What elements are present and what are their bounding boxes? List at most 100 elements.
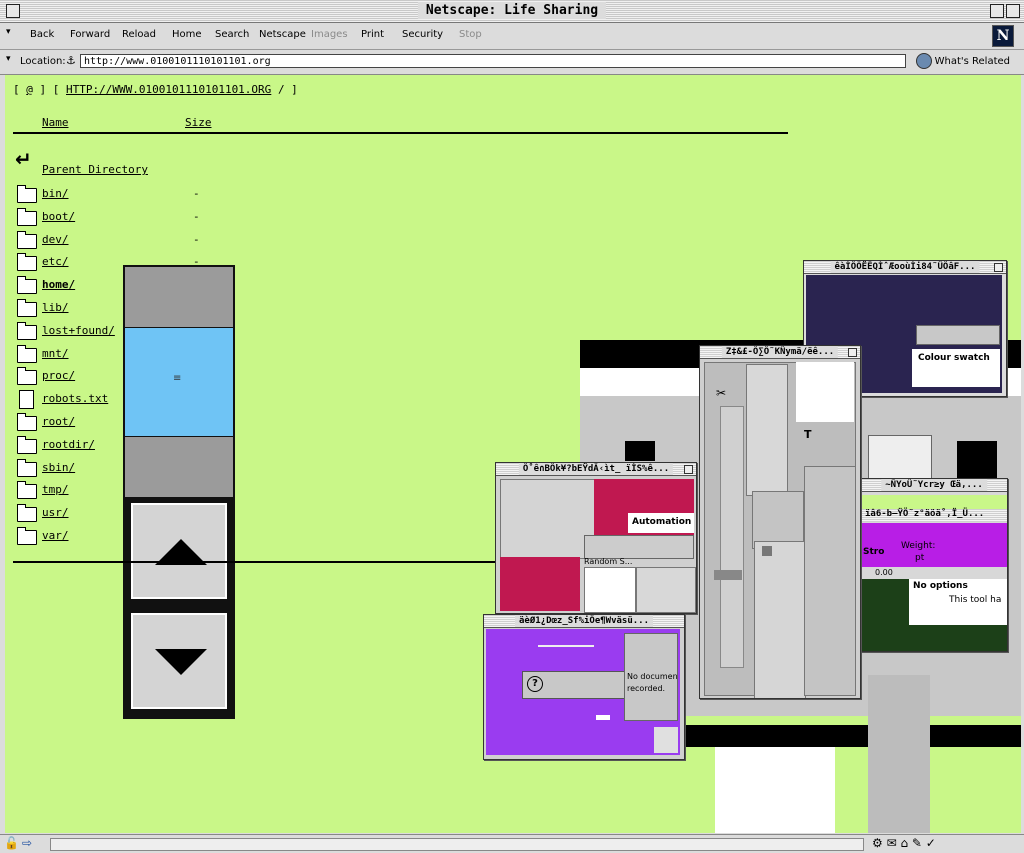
directory-entry-link[interactable]: sbin/ [42,461,75,474]
directory-entry-link[interactable]: tmp/ [42,483,69,496]
tools-window-title-bar[interactable]: Z‡&£-Ö∑Ö˜KÑymä/ëê... [700,346,860,359]
folder-icon[interactable] [17,230,37,249]
forward-button[interactable]: Forward [70,29,110,40]
images-button[interactable]: Images [311,29,348,40]
directory-entry-link[interactable]: robots.txt [42,392,108,405]
text-tool-icon[interactable]: T [804,428,812,441]
tools-window[interactable]: Z‡&£-Ö∑Ö˜KÑymä/ëê... ✂ T [699,345,861,699]
text-file-icon[interactable] [19,390,34,410]
window-collapse-icon[interactable] [684,465,693,474]
folder-icon[interactable] [17,253,37,272]
weight-window-title-bar[interactable]: ~ÑYoÜ˜Ycr≥y Œä,... [861,479,1007,492]
tools-palette-column[interactable] [804,466,856,696]
page-content: [ @ ] [ HTTP://WWW.0100101110101101.ORG … [5,75,1021,833]
automation-label-box: Automation [628,513,694,533]
whats-related-button[interactable]: What's Related [935,56,1010,67]
automation-window-title: Ö˚ê∩BÖk¥?bEŸdÂ‹ìt_ ïÌS%ê... [518,463,674,475]
folder-icon[interactable] [17,185,37,203]
breadcrumb-at-link[interactable]: @ [26,83,33,96]
print-button[interactable]: Print [361,29,384,40]
automation-swatch[interactable] [500,557,580,611]
folder-icon[interactable] [17,299,37,317]
directory-entry-link[interactable]: rootdir/ [42,438,95,451]
breadcrumb-site-link[interactable]: HTTP://WWW.0100101110101101.ORG [66,83,271,96]
directory-entry-link[interactable]: lost+found/ [42,324,115,337]
directory-entry-link[interactable]: var/ [42,529,69,542]
security-lock-icon[interactable]: 🔓 [4,836,19,850]
directory-entry-link[interactable]: lib/ [42,301,69,314]
folder-icon[interactable] [17,207,37,226]
automation-list[interactable] [636,567,696,613]
collapse-box-icon[interactable] [1006,4,1020,18]
directory-entry-link[interactable]: mnt/ [42,347,69,360]
directory-entry-link[interactable]: proc/ [42,369,75,382]
parent-directory-link[interactable]: Parent Directory [42,163,148,176]
tools-palette-column[interactable] [754,541,806,698]
search-button[interactable]: Search [215,29,249,40]
security-button[interactable]: Security [402,29,443,40]
folder-icon[interactable] [17,276,37,295]
directory-entry-link[interactable]: dev/ [42,233,69,246]
automation-window-title-bar[interactable]: Ö˚ê∩BÖk¥?bEŸdÂ‹ìt_ ïÌS%ê... [496,463,696,476]
size-column-header[interactable]: Size [185,116,212,129]
history-field[interactable]: ? [522,671,634,699]
window-collapse-icon[interactable] [848,348,857,357]
colour-window-title-bar[interactable]: êàÌÖÖËÊQÌˆÆooùÌi84˜ÜÖâF... [804,261,1006,274]
scroll-widget[interactable]: ≡ [123,265,235,719]
status-scroll-bar[interactable] [50,838,864,851]
tools-palette-column[interactable] [746,364,788,496]
scroll-thumb[interactable]: ≡ [125,328,233,436]
close-box-icon[interactable] [6,4,20,18]
folder-icon[interactable] [17,367,37,386]
scroll-up-arrow-button[interactable] [131,503,227,599]
folder-icon[interactable] [17,321,37,340]
folder-icon[interactable] [17,413,37,431]
scroll-down-arrow-button[interactable] [131,613,227,709]
folder-icon[interactable] [17,435,37,454]
folder-icon[interactable] [17,481,37,500]
stop-button[interactable]: Stop [459,29,482,40]
toolbar-collapse-icon[interactable]: ▾ [6,27,11,37]
locbar-collapse-icon[interactable]: ▾ [6,54,11,64]
folder-icon[interactable] [17,504,37,523]
scroll-track-top[interactable] [125,267,233,327]
zoom-box-icon[interactable] [990,4,1004,18]
tools-swatch[interactable] [714,570,742,580]
component-bar-icons[interactable]: ⚙ ✉ ⌂ ✎ ✓ [872,836,936,850]
history-window-title-bar[interactable]: äèØ1¿Dœz_Sf%iÖe¶Wväsü... [484,615,684,628]
directory-entry-link[interactable]: etc/ [42,255,69,268]
window-title-bar[interactable]: Netscape: Life Sharing [0,0,1024,23]
name-column-header[interactable]: Name [42,116,69,129]
scissors-icon[interactable]: ✂ [716,386,726,400]
parent-directory-icon: ↵ [15,147,32,171]
reload-button[interactable]: Reload [122,29,156,40]
history-resize-box[interactable] [654,727,678,753]
url-input[interactable]: http://www.0100101110101101.org [80,54,906,68]
help-icon[interactable]: ? [527,676,543,692]
automation-window[interactable]: Ö˚ê∩BÖk¥?bEŸdÂ‹ìt_ ïÌS%ê... Automation R… [495,462,697,614]
directory-entry-link[interactable]: home/ [42,278,75,291]
whats-related-icon[interactable] [916,53,932,69]
window-collapse-icon[interactable] [994,263,1003,272]
folder-icon[interactable] [17,458,37,477]
tools-palette-column[interactable] [720,406,744,668]
folder-icon[interactable] [17,527,37,545]
directory-entry-link[interactable]: root/ [42,415,75,428]
directory-entry-link[interactable]: bin/ [42,187,69,200]
stroke-weight-window[interactable]: ~ÑYoÜ˜Ycr≥y Œä,... ïâ6-b–ŸÖ˜z°äöä˚,Ï_Ü..… [860,478,1008,652]
tools-swatch[interactable] [762,546,772,556]
home-button[interactable]: Home [172,29,202,40]
back-button[interactable]: Back [30,29,54,40]
scroll-track-bottom[interactable] [125,437,233,497]
automation-list[interactable] [584,567,636,613]
history-window[interactable]: äèØ1¿Dœz_Sf%iÖe¶Wväsü... ? No documen re… [483,614,685,760]
netscape-button[interactable]: Netscape [259,29,306,40]
directory-entry-link[interactable]: usr/ [42,506,69,519]
automation-field[interactable] [584,535,694,559]
directory-entry-link[interactable]: boot/ [42,210,75,223]
weight-panel[interactable]: Stro Weight: pt [861,523,1007,567]
page-proxy-icon[interactable]: ⚓ [66,54,76,67]
colour-field[interactable] [916,325,1000,345]
recorded-label: recorded. [627,684,666,693]
folder-icon[interactable] [17,344,37,363]
